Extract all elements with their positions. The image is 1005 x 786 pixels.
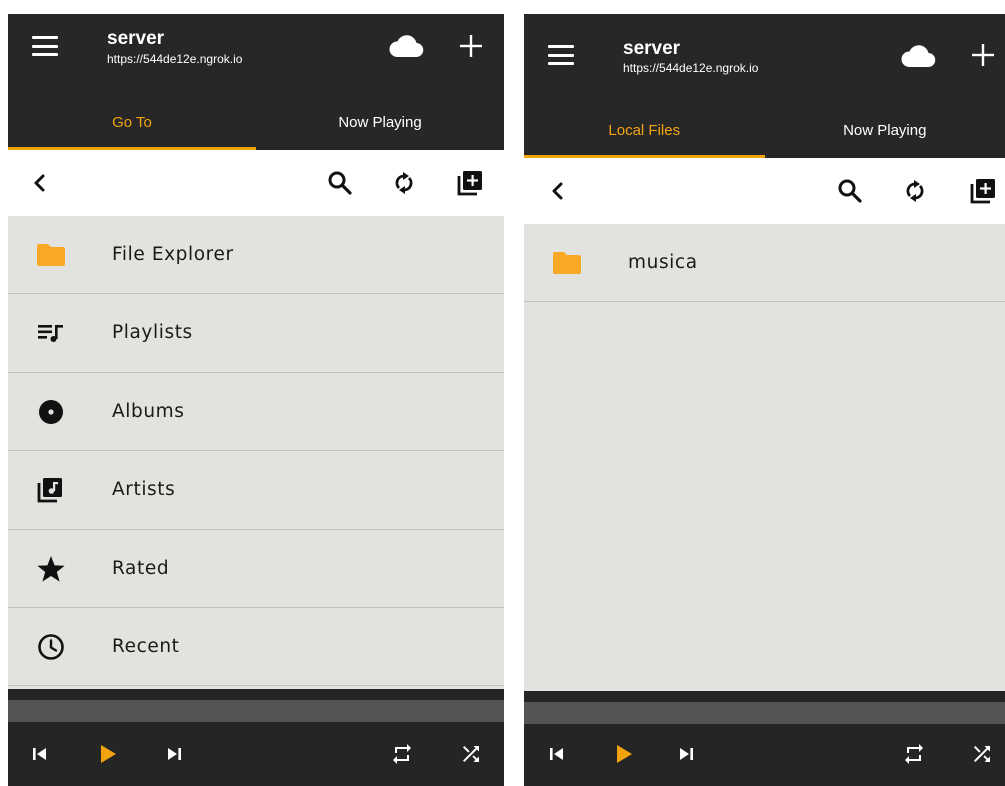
skip-previous-icon[interactable] (545, 742, 569, 766)
skip-next-icon[interactable] (674, 742, 698, 766)
add-to-library-icon[interactable] (969, 177, 997, 205)
refresh-icon[interactable] (390, 169, 418, 197)
hamburger-menu-icon[interactable] (32, 36, 58, 56)
skip-previous-icon[interactable] (28, 742, 52, 766)
clock-icon (38, 634, 64, 660)
cloud-icon[interactable] (388, 34, 424, 58)
list-item-folder[interactable]: musica (524, 224, 1005, 303)
refresh-icon[interactable] (901, 177, 929, 205)
server-url: https://544de12e.ngrok.io (623, 61, 759, 75)
list-item-label: File Explorer (112, 244, 234, 265)
tab-local-files[interactable]: Local Files (524, 102, 765, 158)
server-name: server (107, 28, 165, 49)
toolbar (8, 150, 504, 216)
tab-now-playing[interactable]: Now Playing (765, 102, 1005, 158)
tab-bar: Local Files Now Playing (524, 102, 1005, 158)
tab-now-playing[interactable]: Now Playing (256, 94, 504, 150)
app-bar: server https://544de12e.ngrok.io Local F… (524, 14, 1005, 158)
list-item-label: musica (628, 252, 698, 273)
back-icon[interactable] (26, 169, 54, 197)
navigation-list: File Explorer Playlists Albums Artists R… (8, 216, 504, 687)
file-list: musica (524, 224, 1005, 303)
list-item-artists[interactable]: Artists (8, 451, 504, 530)
list-item-rated[interactable]: Rated (8, 530, 504, 608)
list-item-playlists[interactable]: Playlists (8, 294, 504, 373)
star-icon (37, 555, 65, 582)
shuffle-icon[interactable] (970, 742, 994, 766)
app-bar: server https://544de12e.ngrok.io Go To N… (8, 14, 504, 150)
progress-track[interactable] (8, 700, 504, 722)
list-item-label: Artists (112, 479, 176, 501)
list-item-label: Rated (112, 557, 170, 579)
list-item-file-explorer[interactable]: File Explorer (8, 216, 504, 295)
phone-screen-go-to: server https://544de12e.ngrok.io Go To N… (8, 14, 504, 786)
search-icon[interactable] (326, 169, 354, 197)
tab-label: Local Files (608, 121, 681, 139)
add-icon[interactable] (972, 44, 994, 66)
player-bar (8, 689, 504, 786)
folder-icon (37, 244, 65, 266)
toolbar (524, 158, 1005, 224)
tab-label: Now Playing (338, 113, 422, 131)
phone-screen-local-files: server https://544de12e.ngrok.io Local F… (524, 14, 1005, 786)
folder-icon (553, 252, 581, 274)
server-url: https://544de12e.ngrok.io (107, 52, 243, 66)
play-icon[interactable] (612, 742, 636, 766)
play-icon[interactable] (96, 742, 120, 766)
skip-next-icon[interactable] (162, 742, 186, 766)
list-item-label: Albums (112, 400, 185, 422)
shuffle-icon[interactable] (459, 742, 483, 766)
tab-go-to[interactable]: Go To (8, 94, 256, 150)
playlist-icon (38, 325, 63, 343)
tab-label: Now Playing (843, 121, 927, 139)
album-icon (39, 399, 63, 424)
cloud-icon[interactable] (900, 44, 936, 68)
list-item-label: Playlists (112, 322, 193, 344)
tab-bar: Go To Now Playing (8, 94, 504, 150)
progress-track[interactable] (524, 702, 1005, 724)
list-item-recent[interactable]: Recent (8, 608, 504, 687)
repeat-icon[interactable] (902, 742, 926, 766)
list-item-albums[interactable]: Albums (8, 373, 504, 452)
artist-icon (37, 478, 62, 503)
list-item-label: Recent (112, 635, 180, 657)
player-bar (524, 691, 1005, 786)
hamburger-menu-icon[interactable] (548, 45, 574, 65)
repeat-icon[interactable] (390, 742, 414, 766)
back-icon[interactable] (544, 177, 572, 205)
server-name: server (623, 38, 681, 59)
add-to-library-icon[interactable] (456, 169, 484, 197)
tab-label: Go To (112, 113, 152, 131)
add-icon[interactable] (460, 35, 482, 57)
search-icon[interactable] (836, 177, 864, 205)
